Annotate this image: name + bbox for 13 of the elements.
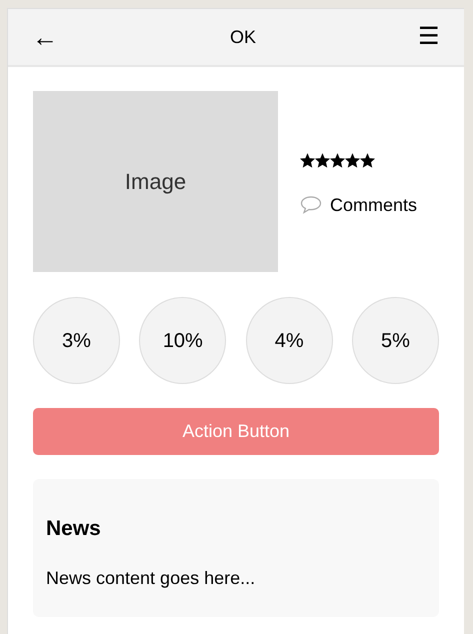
star-icon (330, 152, 345, 168)
star-icon (345, 152, 360, 168)
image-label: Image (124, 168, 186, 196)
menu-button[interactable]: ☰ (418, 25, 440, 49)
news-body: News content goes here... (46, 566, 256, 590)
star-icon (360, 152, 375, 168)
header-title: OK (230, 26, 256, 48)
back-button[interactable]: ← (32, 24, 58, 50)
star-icon (315, 152, 330, 168)
news-title: News (46, 516, 102, 542)
speech-bubble-icon (300, 196, 322, 214)
star-icon (300, 152, 315, 168)
comments-link[interactable]: Comments (330, 192, 418, 218)
